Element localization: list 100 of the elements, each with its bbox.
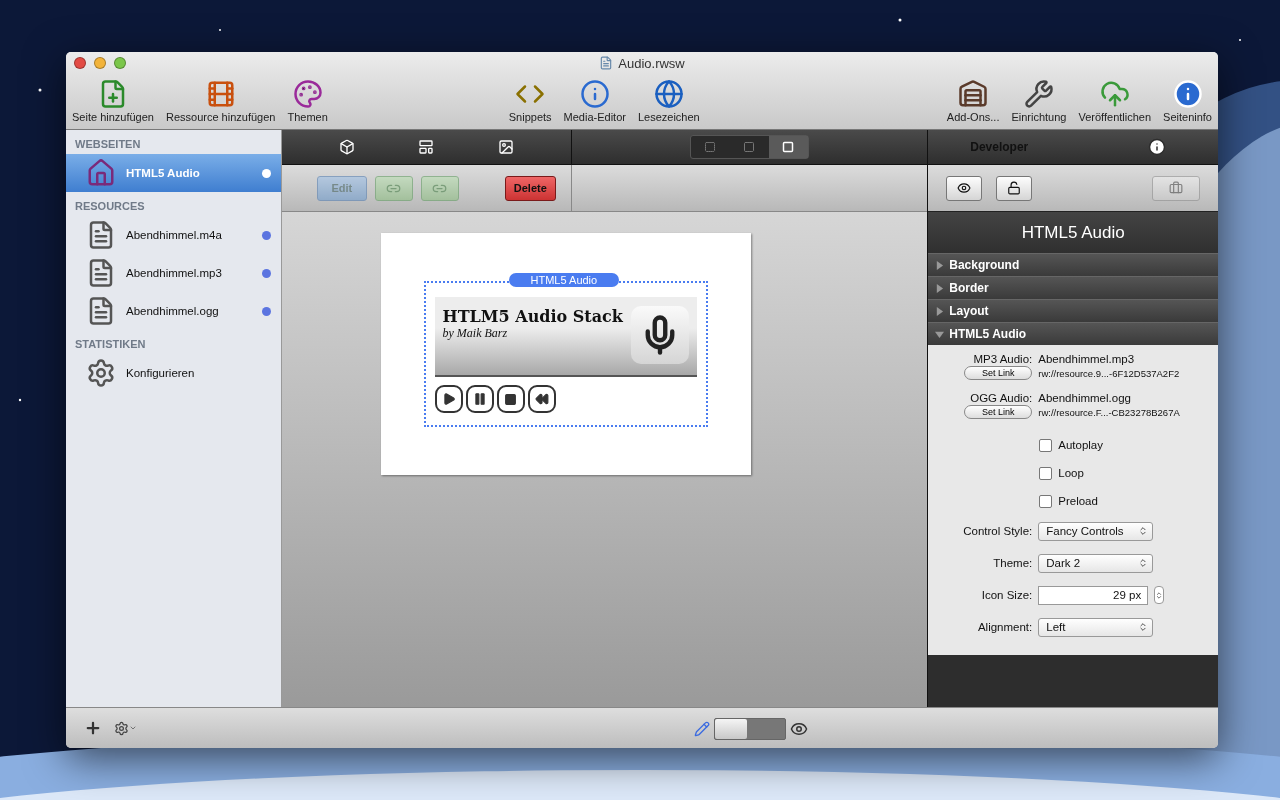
toolbar-button[interactable]: Seiteninfo (1163, 79, 1212, 129)
view-mode-button[interactable] (768, 136, 808, 158)
stepper[interactable] (1154, 586, 1165, 604)
field-label: MP3 Audio: (972, 353, 1033, 365)
play-button[interactable] (434, 385, 463, 413)
gear-icon (86, 358, 116, 388)
checkbox[interactable] (1039, 438, 1053, 452)
section-title: WEBSEITEN (74, 137, 142, 152)
updown-arrows-icon (1138, 622, 1149, 632)
frame-icon (743, 141, 756, 153)
checkbox[interactable] (1039, 466, 1053, 480)
palette-icon (292, 79, 323, 109)
set-link-button[interactable]: Set Link (964, 405, 1033, 419)
section-label: Background (949, 258, 1020, 272)
section-header[interactable]: HTML5 Audio (928, 322, 1218, 345)
item-label: HTML5 Audio (126, 167, 201, 179)
layout-icon[interactable] (418, 139, 435, 155)
sidebar-item[interactable]: Abendhimmel.mp3 (66, 254, 281, 292)
sidebar-item[interactable]: Konfigurieren (66, 354, 281, 392)
sidebar-item[interactable]: Abendhimmel.m4a (66, 216, 281, 254)
image-icon[interactable] (497, 139, 514, 155)
toolbar-button[interactable]: Lesezeichen (637, 79, 700, 129)
stop-icon (504, 392, 518, 406)
toolbar-button[interactable]: Einrichtung (1011, 79, 1067, 129)
section-title: RESOURCES (74, 199, 146, 214)
stop-button[interactable] (496, 385, 525, 413)
checkbox-label: Loop (1058, 467, 1084, 479)
window-title: Audio.rwsw (618, 55, 685, 71)
item-label: Abendhimmel.ogg (126, 305, 220, 317)
document-icon (599, 56, 614, 70)
eye-button[interactable] (946, 175, 983, 201)
toolbar-button[interactable]: Media-Editor (563, 79, 626, 129)
toolbar-button[interactable]: Themen (287, 79, 328, 129)
checkbox-label: Autoplay (1058, 439, 1103, 451)
field-label: Theme: (992, 557, 1033, 569)
section-header[interactable]: Border (928, 276, 1218, 299)
updown-arrows-icon (1138, 526, 1149, 536)
dropdown[interactable]: Fancy Controls (1038, 521, 1154, 541)
field-label: Control Style: (962, 525, 1033, 537)
number-field[interactable]: 29 px (1038, 585, 1149, 605)
globe-icon (653, 79, 684, 109)
resource-path: rw://resource.F...-CB23278B267A (1038, 406, 1181, 418)
unlock-icon (1007, 181, 1022, 195)
close-button[interactable] (74, 57, 86, 69)
wrench-icon (1023, 79, 1054, 109)
info-icon (1172, 79, 1203, 109)
garage-icon (958, 79, 989, 109)
stack-title: HTLM5 Audio Stack (442, 307, 623, 326)
eye-icon (957, 181, 972, 195)
section-title: STATISTIKEN (74, 337, 147, 352)
item-label: Abendhimmel.mp3 (126, 267, 223, 279)
pause-button[interactable] (465, 385, 494, 413)
field-label: Alignment: (976, 621, 1033, 633)
minimize-button[interactable] (94, 57, 106, 69)
toolbar-button[interactable]: Snippets (508, 79, 552, 129)
rewind-icon (534, 392, 549, 406)
resource-path: rw://resource.9...-6F12D537A2F2 (1038, 367, 1181, 379)
house-icon (86, 158, 116, 188)
info-icon[interactable] (1148, 138, 1166, 156)
mode-toggle[interactable] (714, 718, 786, 740)
updown-arrows-icon (1155, 590, 1164, 600)
toolbar-button[interactable]: Ressource hinzufügen (165, 79, 276, 129)
briefcase-icon (1169, 181, 1183, 195)
pause-icon (472, 392, 487, 406)
microphone-icon (630, 306, 689, 364)
add-icon[interactable] (84, 719, 102, 737)
cloud-upload-icon (1099, 79, 1130, 109)
cube-icon[interactable] (338, 139, 355, 155)
info-icon (579, 79, 610, 109)
toolbar-button[interactable]: Seite hinzufügen (72, 79, 154, 129)
rewind-button[interactable] (527, 385, 556, 413)
gear-menu-icon[interactable] (114, 720, 137, 736)
item-label: Konfigurieren (126, 367, 196, 379)
stack-label: HTML5 Audio (508, 273, 620, 287)
section-header[interactable]: Background (928, 253, 1218, 276)
section-label: HTML5 Audio (949, 327, 1027, 341)
field-label: OGG Audio: (969, 392, 1033, 404)
checkbox-label: Preload (1058, 495, 1098, 507)
toolbar-button[interactable]: Veröffentlichen (1078, 79, 1152, 129)
field-value: Abendhimmel.ogg (1038, 392, 1132, 404)
updown-arrows-icon (1138, 558, 1149, 568)
zoom-button[interactable] (114, 57, 126, 69)
stack-byline: by Maik Barz (442, 326, 509, 341)
sidebar-item[interactable]: Abendhimmel.ogg (66, 292, 281, 330)
checkbox[interactable] (1039, 494, 1053, 508)
section-label: Border (949, 281, 989, 295)
unlock-button[interactable] (996, 175, 1033, 201)
inspector-title: HTML5 Audio (928, 212, 1218, 253)
delete-button[interactable]: Delete (504, 175, 556, 201)
section-header[interactable]: Layout (928, 299, 1218, 322)
toolbar-button[interactable]: Add-Ons... (946, 79, 1000, 129)
play-icon (441, 392, 456, 406)
dropdown[interactable]: Left (1038, 617, 1154, 637)
dropdown[interactable]: Dark 2 (1038, 553, 1154, 573)
pencil-icon (694, 721, 710, 737)
item-label: Abendhimmel.m4a (126, 229, 223, 241)
section-label: Layout (949, 304, 989, 318)
frame-icon (782, 141, 795, 153)
set-link-button[interactable]: Set Link (964, 366, 1033, 380)
field-label: Icon Size: (980, 589, 1033, 601)
